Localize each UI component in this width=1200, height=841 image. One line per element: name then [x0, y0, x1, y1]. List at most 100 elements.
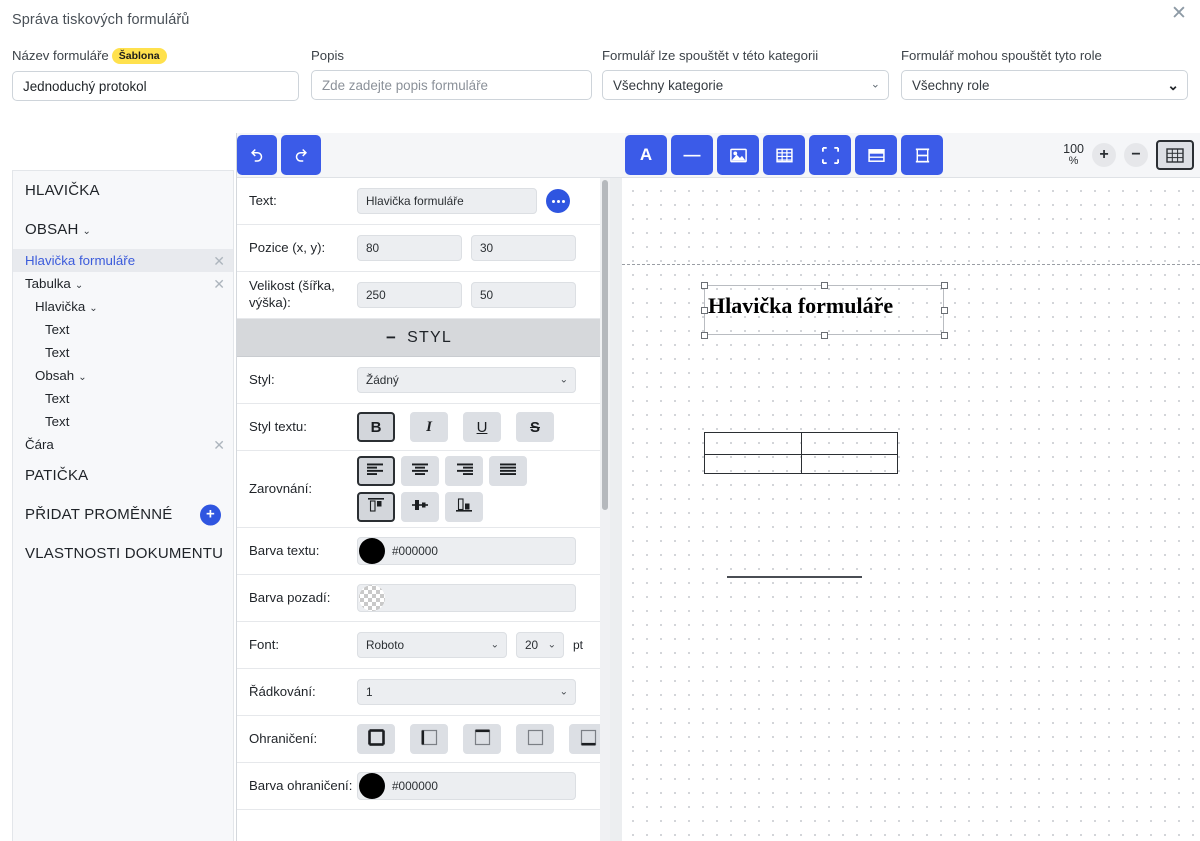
tree-node-2[interactable]: Hlavička ⌄	[13, 295, 233, 318]
redo-button[interactable]	[281, 135, 321, 175]
align-justify-button[interactable]	[489, 456, 527, 486]
remove-node-icon[interactable]: ✕	[213, 438, 225, 452]
italic-button[interactable]: I	[410, 412, 448, 442]
form-name-input[interactable]	[12, 71, 299, 101]
canvas-horizontal-line[interactable]	[727, 576, 862, 578]
tree-node-5[interactable]: Obsah ⌄	[13, 364, 233, 387]
align-center-icon	[411, 462, 429, 480]
property-row-background-color: Barva pozadí:	[237, 575, 601, 622]
canvas-table[interactable]	[704, 432, 898, 474]
border-top-button[interactable]	[463, 724, 501, 754]
chevron-down-icon[interactable]: ⌄	[89, 303, 97, 314]
text-tool-button[interactable]: A	[625, 135, 667, 175]
chevron-down-icon[interactable]: ⌄	[78, 372, 86, 383]
tree-node-7[interactable]: Text	[13, 410, 233, 433]
chevron-down-icon[interactable]: ⌄	[75, 280, 83, 291]
tree-section-document-properties[interactable]: VLASTNOSTI DOKUMENTU	[13, 534, 233, 573]
border-bottom-button[interactable]	[569, 724, 601, 754]
roles-select[interactable]: Všechny role	[901, 70, 1188, 100]
align-bottom-button[interactable]	[445, 492, 483, 522]
align-justify-icon	[499, 462, 517, 480]
align-middle-button[interactable]	[401, 492, 439, 522]
tree-node-1[interactable]: Tabulka ⌄ ✕	[13, 272, 233, 295]
position-label: Pozice (x, y):	[249, 239, 326, 255]
text-style-label: Styl textu:	[249, 418, 307, 434]
background-color-picker[interactable]	[357, 584, 576, 612]
underline-button[interactable]: U	[463, 412, 501, 442]
font-size-select[interactable]: 20	[516, 632, 564, 658]
resize-handle-s[interactable]	[821, 332, 828, 339]
zoom-in-button[interactable]: +	[1092, 143, 1116, 167]
resize-handle-n[interactable]	[821, 282, 828, 289]
tree-node-label: Čára	[25, 437, 54, 452]
more-options-icon[interactable]	[546, 189, 570, 213]
category-select[interactable]: Všechny kategorie	[602, 70, 889, 100]
property-row-style: Styl: Žádný ⌄	[237, 357, 601, 404]
text-input[interactable]	[357, 188, 537, 214]
strikethrough-button[interactable]: S	[516, 412, 554, 442]
border-all-button[interactable]	[357, 724, 395, 754]
undo-button[interactable]	[237, 135, 277, 175]
align-center-button[interactable]	[401, 456, 439, 486]
bold-button[interactable]: B	[357, 412, 395, 442]
grid-toggle-button[interactable]	[1156, 140, 1194, 170]
description-input[interactable]	[311, 70, 592, 100]
document-canvas[interactable]: Hlavička formuláře	[622, 178, 1200, 841]
resize-handle-se[interactable]	[941, 332, 948, 339]
style-select[interactable]: Žádný	[357, 367, 576, 393]
line-tool-button[interactable]: —	[671, 135, 713, 175]
scrollbar-thumb[interactable]	[602, 180, 608, 510]
align-right-icon	[455, 462, 473, 480]
font-family-select[interactable]: Roboto	[357, 632, 507, 658]
style-section-header[interactable]: − STYL	[237, 319, 601, 357]
tree-section-add-variables[interactable]: PŘIDAT PROMĚNNÉ +	[13, 495, 233, 534]
tree-node-8[interactable]: Čára ✕	[13, 433, 233, 456]
tree-section-footer[interactable]: PATIČKA	[13, 456, 233, 495]
resize-handle-nw[interactable]	[701, 282, 708, 289]
align-top-button[interactable]	[357, 492, 395, 522]
tree-section-header[interactable]: HLAVIČKA	[13, 171, 233, 210]
resize-handle-e[interactable]	[941, 307, 948, 314]
tree-node-4[interactable]: Text	[13, 341, 233, 364]
property-row-line-height: Řádkování: 1 ⌄	[237, 669, 601, 716]
table-tool-button[interactable]	[763, 135, 805, 175]
tree-node-label: Text	[45, 391, 70, 406]
remove-node-icon[interactable]: ✕	[213, 277, 225, 291]
size-height-input[interactable]	[471, 282, 576, 308]
fullsize-tool-button[interactable]	[809, 135, 851, 175]
align-right-button[interactable]	[445, 456, 483, 486]
add-variable-button[interactable]: +	[200, 504, 221, 525]
border-color-picker[interactable]: #000000	[357, 772, 576, 800]
rows-icon	[867, 146, 886, 165]
remove-node-icon[interactable]: ✕	[213, 254, 225, 268]
rows-tool-button[interactable]	[855, 135, 897, 175]
zoom-out-button[interactable]: −	[1124, 143, 1148, 167]
border-left-button[interactable]	[410, 724, 448, 754]
zoom-value: 100	[1063, 141, 1084, 156]
tree-section-content[interactable]: OBSAH ⌄	[13, 210, 233, 249]
position-y-input[interactable]	[471, 235, 576, 261]
resize-handle-ne[interactable]	[941, 282, 948, 289]
align-left-button[interactable]	[357, 456, 395, 486]
border-none-button[interactable]	[516, 724, 554, 754]
resize-handle-w[interactable]	[701, 307, 708, 314]
border-top-icon	[474, 728, 491, 750]
color-swatch	[359, 773, 385, 799]
italic-icon: I	[426, 418, 432, 435]
border-color-value: #000000	[392, 779, 438, 793]
line-height-select[interactable]: 1	[357, 679, 576, 705]
properties-scrollbar[interactable]	[600, 178, 610, 841]
text-color-picker[interactable]: #000000	[357, 537, 576, 565]
tree-node-6[interactable]: Text	[13, 387, 233, 410]
position-x-input[interactable]	[357, 235, 462, 261]
canvas-header-text[interactable]: Hlavička formuláře	[708, 293, 893, 319]
tree-node-0[interactable]: Hlavička formuláře ✕	[13, 249, 233, 272]
property-row-position: Pozice (x, y):	[237, 225, 601, 272]
spacing-tool-button[interactable]	[901, 135, 943, 175]
resize-handle-sw[interactable]	[701, 332, 708, 339]
image-tool-button[interactable]	[717, 135, 759, 175]
tree-node-3[interactable]: Text	[13, 318, 233, 341]
canvas-scrollbar[interactable]	[610, 178, 622, 841]
close-icon[interactable]: ✕	[1166, 2, 1192, 28]
size-width-input[interactable]	[357, 282, 462, 308]
